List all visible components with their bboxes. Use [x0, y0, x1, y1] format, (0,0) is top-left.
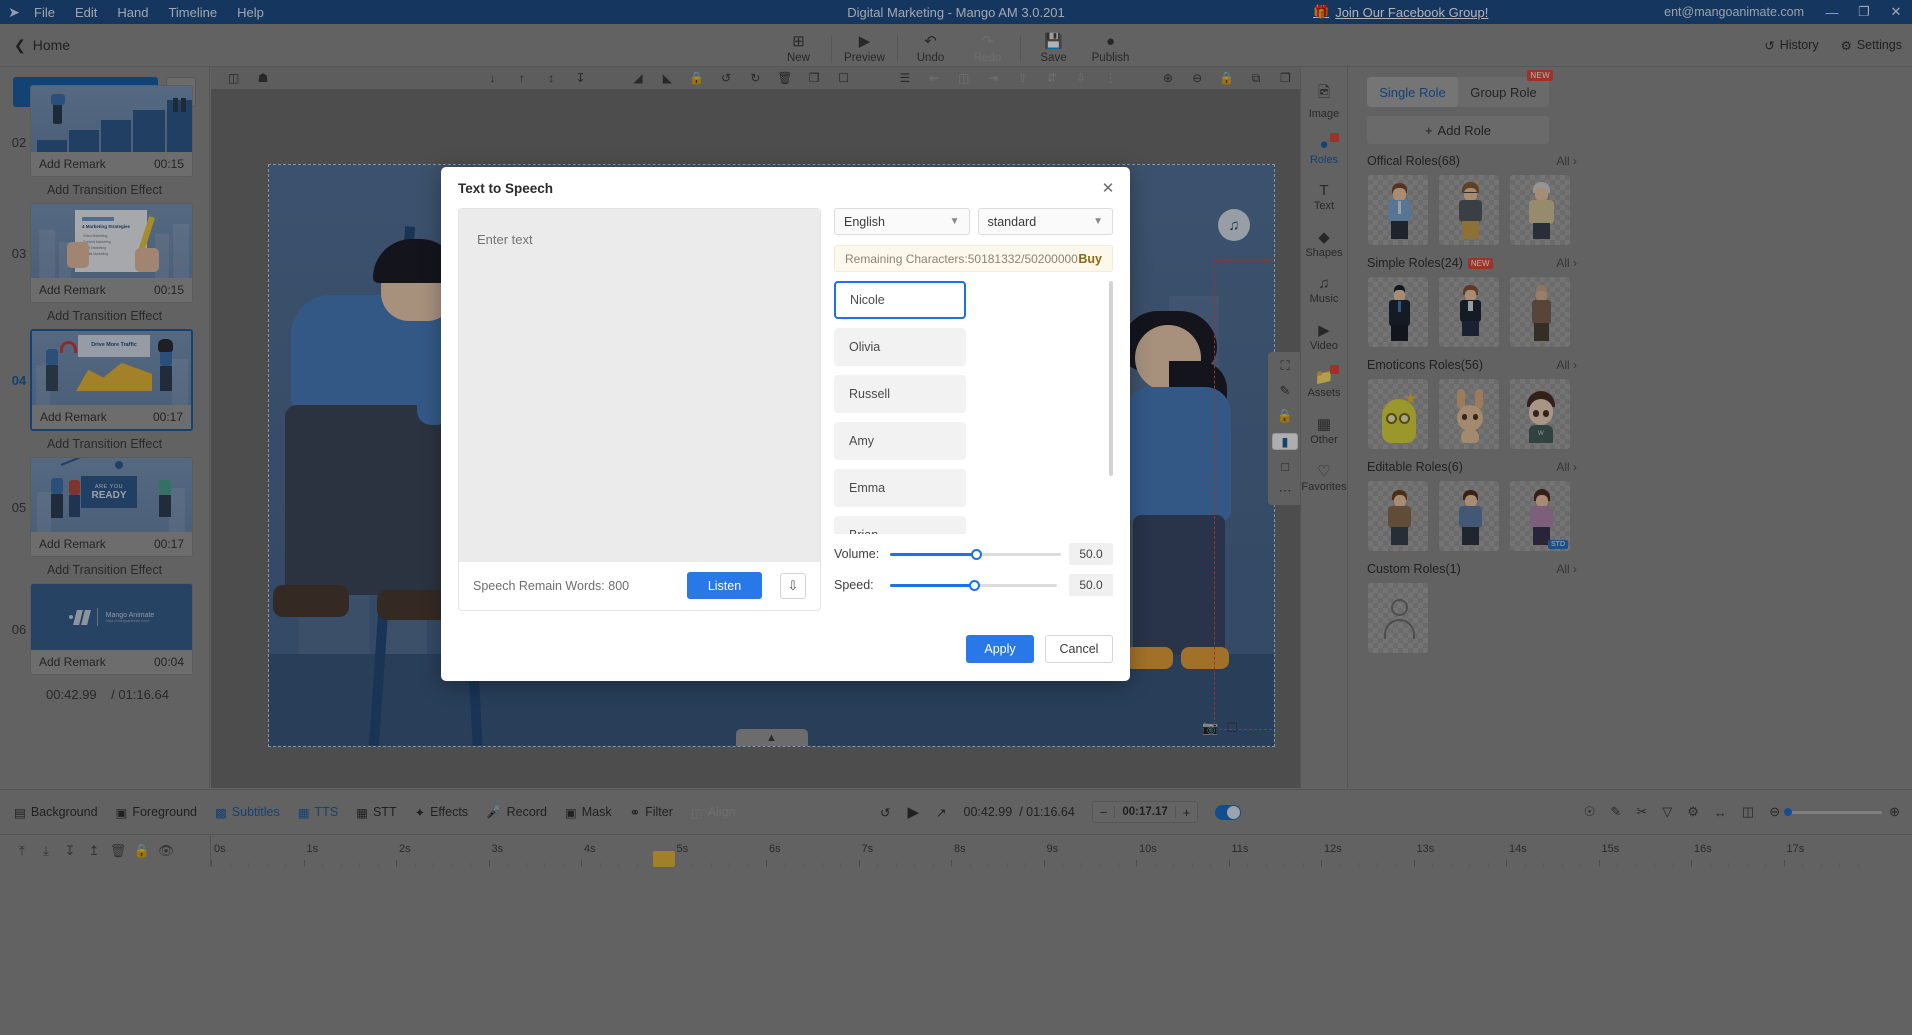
volume-knob[interactable] [970, 548, 982, 560]
voice-option[interactable]: Amy [834, 422, 966, 460]
speed-slider[interactable] [890, 579, 1057, 591]
volume-label: Volume: [834, 547, 880, 561]
chevron-down-icon: ▼ [1093, 216, 1103, 227]
tts-options-panel: English ▼ standard ▼ Remaining Character… [834, 208, 1113, 596]
dialog-buttons: Apply Cancel [966, 635, 1113, 663]
listen-button[interactable]: Listen [687, 572, 762, 599]
voice-list-scrollbar[interactable] [1109, 281, 1113, 476]
dialog-title: Text to Speech [458, 181, 554, 196]
voice-option-selected[interactable]: Nicole [834, 281, 966, 319]
voice-style-value: standard [987, 214, 1037, 229]
voice-option[interactable]: Emma [834, 469, 966, 507]
voice-grid: Nicole Olivia Russell Amy Emma Brian Adi… [834, 281, 1103, 534]
speed-label: Speed: [834, 578, 874, 592]
buy-link[interactable]: Buy [1078, 252, 1102, 266]
language-select[interactable]: English ▼ [834, 208, 970, 235]
voice-option[interactable]: Olivia [834, 328, 966, 366]
remaining-characters-text: Remaining Characters:50181332/50200000 [845, 251, 1078, 266]
voice-option[interactable]: Russell [834, 375, 966, 413]
volume-value[interactable]: 50.0 [1069, 543, 1113, 565]
volume-slider[interactable] [890, 548, 1061, 560]
cancel-button[interactable]: Cancel [1045, 635, 1113, 663]
speech-remain-words: Speech Remain Words: 800 [473, 578, 630, 593]
close-icon[interactable]: ✕ [1098, 178, 1118, 198]
speed-row: Speed: 50.0 [834, 574, 1113, 596]
apply-button[interactable]: Apply [966, 635, 1034, 663]
tts-text-footer: Speech Remain Words: 800 Listen ⇩ [459, 561, 820, 610]
text-to-speech-dialog[interactable]: Text to Speech ✕ Speech Remain Words: 80… [441, 167, 1130, 681]
voice-style-select[interactable]: standard ▼ [977, 208, 1113, 235]
tts-text-panel: Speech Remain Words: 800 Listen ⇩ [458, 208, 821, 611]
chevron-down-icon: ▼ [949, 216, 960, 227]
volume-fill [890, 552, 976, 556]
tts-selects: English ▼ standard ▼ [834, 208, 1113, 235]
speed-fill [890, 583, 974, 587]
voice-list[interactable]: Nicole Olivia Russell Amy Emma Brian Adi… [834, 281, 1113, 534]
remaining-characters-bar: Remaining Characters:50181332/50200000 B… [834, 245, 1113, 272]
tts-text-input[interactable] [459, 209, 820, 562]
language-value: English [844, 214, 885, 229]
speed-value[interactable]: 50.0 [1069, 574, 1113, 596]
volume-row: Volume: 50.0 [834, 543, 1113, 565]
download-icon[interactable]: ⇩ [780, 572, 806, 599]
speed-knob[interactable] [968, 579, 980, 591]
voice-option[interactable]: Brian [834, 516, 966, 534]
